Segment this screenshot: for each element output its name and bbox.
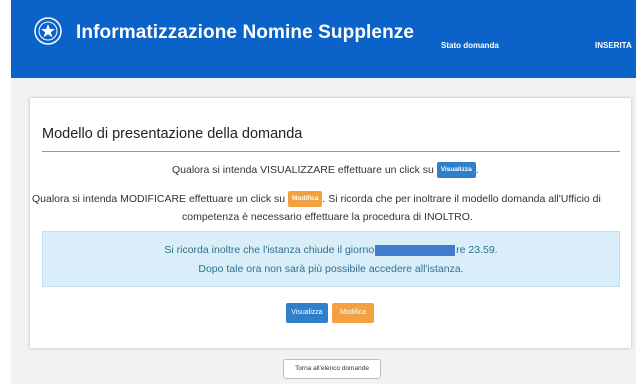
back-to-list-button[interactable]: Torna all'elenco domande	[283, 359, 381, 379]
instruction-view-end: .	[475, 163, 479, 176]
instruction-view: Qualora si intenda VISUALIZZARE effettua…	[172, 162, 479, 178]
notice-line-1-text: Si ricorda inoltre che l'istanza chiude …	[164, 244, 375, 256]
application-card: Modello di presentazione della domanda Q…	[30, 98, 631, 348]
card-title: Modello di presentazione della domanda	[42, 126, 303, 142]
title-divider	[42, 151, 620, 152]
notice-line-1: Si ricorda inoltre che l'istanza chiude …	[43, 244, 619, 256]
instruction-edit-rest: . Si ricorda che per inoltrare il modell…	[322, 192, 601, 205]
inline-visualizza-chip: Visualizza	[436, 162, 476, 178]
deadline-notice: Si ricorda inoltre che l'istanza chiude …	[42, 231, 620, 287]
instruction-edit-text: Qualora si intenda MODIFICARE effettuare…	[32, 192, 286, 205]
notice-line-1-end: re 23.59.	[456, 244, 498, 256]
inline-modifica-chip: Modifica	[288, 191, 323, 207]
notice-line-2: Dopo tale ora non sarà più possibile acc…	[198, 263, 464, 275]
app-header: Informatizzazione Nomine Supplenze Stato…	[11, 0, 636, 78]
modifica-button[interactable]: Modifica	[332, 303, 374, 323]
instruction-view-text: Qualora si intenda VISUALIZZARE effettua…	[172, 163, 434, 176]
status-value: INSERITA	[595, 41, 632, 50]
right-margin	[636, 0, 643, 384]
italian-republic-emblem-icon	[34, 17, 62, 45]
left-margin	[0, 0, 11, 384]
visualizza-button[interactable]: Visualizza	[286, 303, 328, 323]
status-label: Stato domanda	[441, 41, 499, 50]
app-title: Informatizzazione Nomine Supplenze	[76, 22, 415, 43]
redacted-date	[375, 244, 456, 256]
instruction-edit-line2: competenza è necessario effettuare la pr…	[182, 211, 473, 223]
instruction-edit: Qualora si intenda MODIFICARE effettuare…	[32, 191, 601, 207]
